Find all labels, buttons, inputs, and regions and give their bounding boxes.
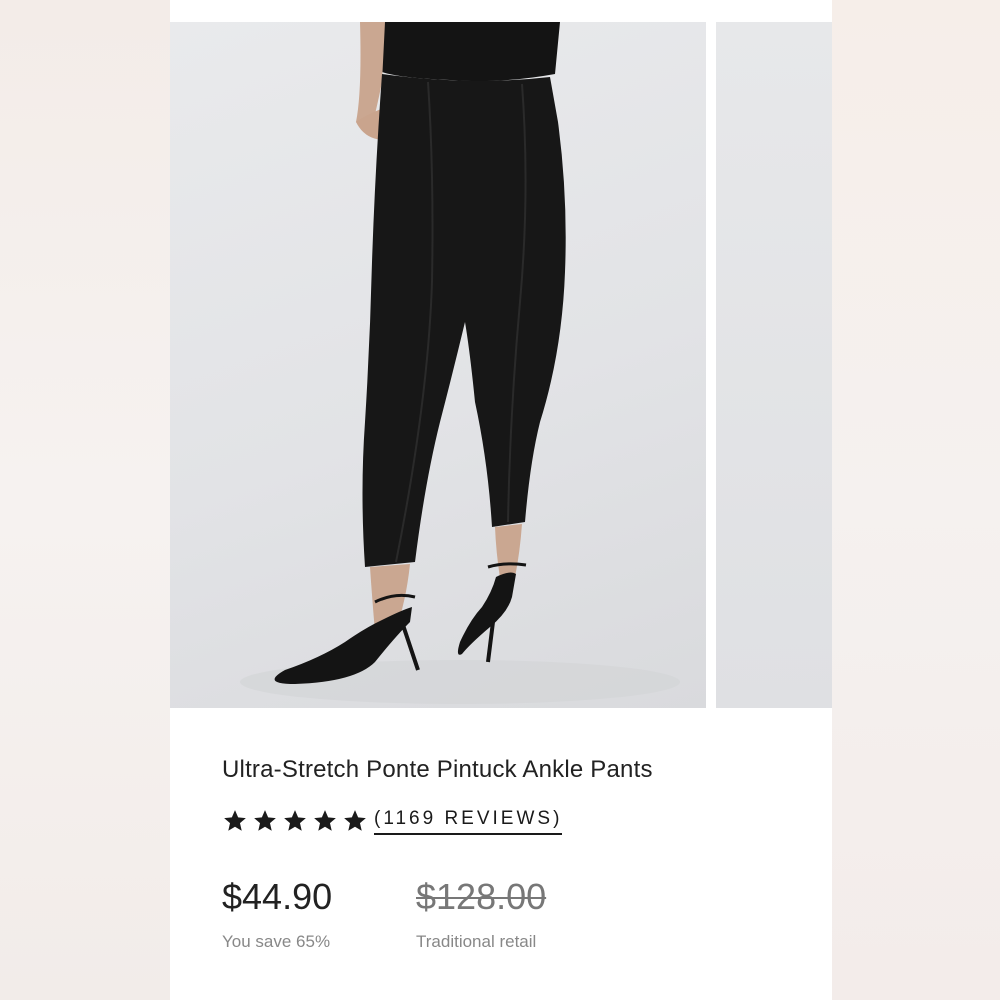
savings-note: You save 65% [222,932,331,951]
product-info: Ultra-Stretch Ponte Pintuck Ankle Pants … [222,740,782,952]
product-photo-next-peek[interactable] [716,22,832,708]
current-price: $44.90 [222,876,333,917]
page-background-left [0,0,170,1000]
price-section: $44.90 You save 65% $128.00 Traditional … [222,876,782,952]
star-rating [222,808,368,834]
current-price-block: $44.90 You save 65% [222,876,416,952]
original-price-note: Traditional retail [416,932,537,951]
star-icon [254,810,276,831]
star-icon [224,810,246,831]
star-icon [314,810,336,831]
product-image-carousel[interactable] [170,22,832,708]
page-background-right [832,0,1000,1000]
product-card: Ultra-Stretch Ponte Pintuck Ankle Pants … [170,0,832,1000]
original-price-block: $128.00 Traditional retail [416,876,610,952]
product-title: Ultra-Stretch Ponte Pintuck Ankle Pants [222,756,653,783]
star-icon [284,810,306,831]
star-icon [344,810,366,831]
model-wearing-pants-illustration [240,22,680,704]
rating-row: (1169 REVIEWS) [222,804,782,838]
original-price: $128.00 [416,876,547,917]
product-photo-main[interactable] [170,22,706,708]
reviews-link[interactable]: (1169 REVIEWS) [374,808,563,835]
